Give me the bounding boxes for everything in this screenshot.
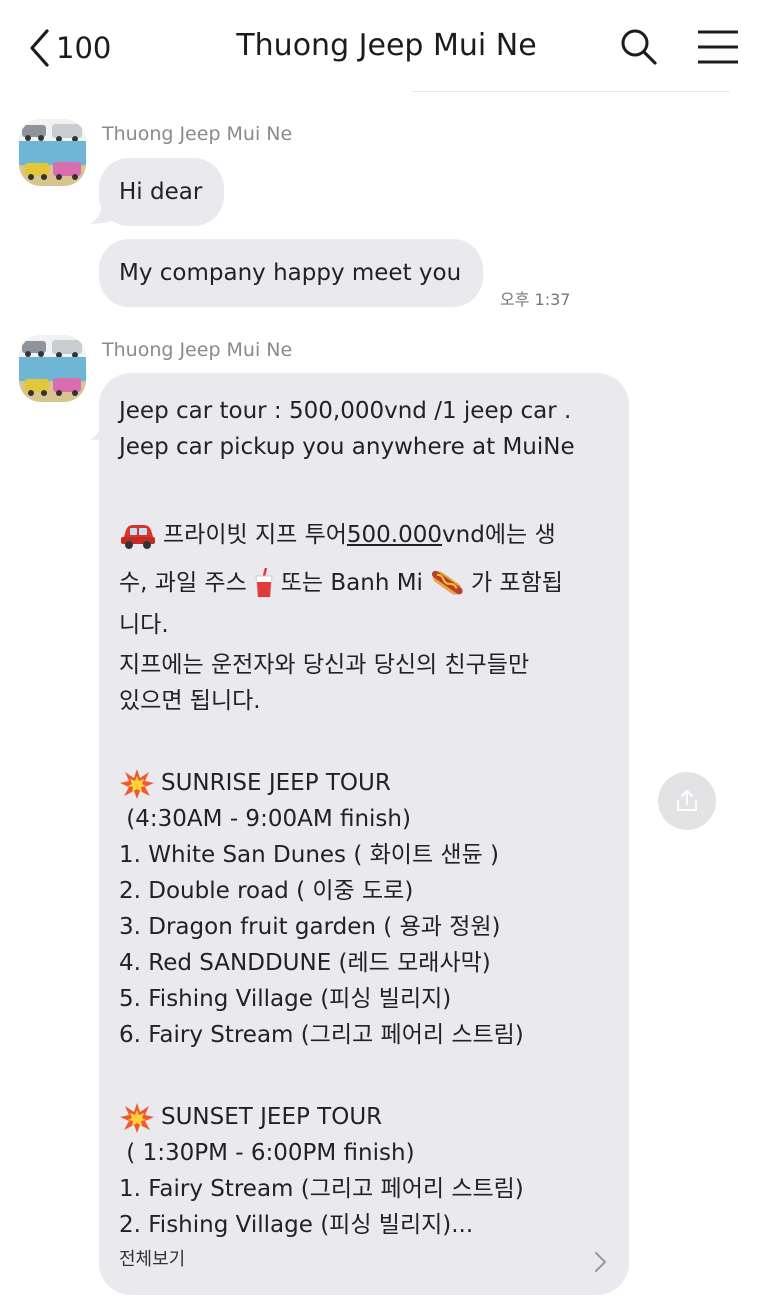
chevron-right-icon[interactable] — [593, 1251, 607, 1273]
list-item: 4. Red SANDDUNE (레드 모래사막) — [119, 950, 491, 976]
tour-title: SUNRISE JEEP TOUR — [161, 770, 391, 796]
message-text: 프라이빗 지프 투어 — [163, 522, 347, 548]
message-line: SUNSET JEEP TOUR — [119, 1099, 611, 1135]
search-button[interactable] — [618, 26, 660, 72]
header-divider — [412, 91, 730, 92]
search-icon — [621, 29, 657, 65]
list-item: 6. Fairy Stream (그리고 페어리 스트림) — [119, 1022, 524, 1048]
share-icon — [677, 790, 697, 811]
message-line: Jeep car pickup you anywhere at MuiNe — [119, 434, 575, 460]
car-emoji-icon — [121, 525, 155, 549]
message-line: 프라이빗 지프 투어 500.000 vnd에는 생 — [119, 511, 611, 559]
message-bubble[interactable]: My company happy meet you — [99, 239, 484, 307]
sender-name: Thuong Jeep Mui Ne — [102, 339, 293, 361]
price-link[interactable]: 500.000 — [347, 511, 442, 559]
list-item: 1. White San Dunes ( 화이트 샌듄 ) — [119, 842, 500, 868]
list-item: 1. Fairy Stream (그리고 페어리 스트림) — [119, 1176, 524, 1202]
message-text: My company happy meet you — [119, 260, 462, 286]
sender-avatar[interactable] — [19, 335, 86, 402]
message-text: vnd에는 생 — [442, 522, 556, 548]
message-line: 있으면 됩니다. — [119, 688, 261, 714]
collision-emoji-icon — [120, 1102, 154, 1133]
jeep-photo-avatar-icon — [19, 119, 86, 186]
jeep-photo-avatar-icon — [19, 335, 86, 402]
sender-avatar[interactable] — [19, 119, 86, 186]
menu-button[interactable] — [696, 28, 740, 70]
message-bubble[interactable]: Hi dear — [99, 158, 225, 226]
juice-emoji-icon — [255, 567, 273, 598]
list-item: 2. Double road ( 이중 도로) — [119, 878, 414, 904]
message-timestamp: 오후 1:37 — [500, 290, 571, 309]
long-message-bubble[interactable]: Jeep car tour : 500,000vnd /1 jeep car .… — [99, 373, 629, 1295]
message-text: 수, 과일 주스 — [119, 570, 247, 596]
collision-emoji-icon — [120, 768, 154, 799]
sender-name: Thuong Jeep Mui Ne — [102, 123, 293, 145]
list-item: 5. Fishing Village (피싱 빌리지) — [119, 986, 452, 1012]
view-all-link[interactable]: 전체보기 — [119, 1245, 185, 1271]
list-item: 2. Fishing Village (피싱 빌리지)... — [119, 1212, 474, 1238]
message-line: (4:30AM - 9:00AM finish) — [119, 806, 411, 832]
list-item: 3. Dragon fruit garden ( 용과 정원) — [119, 914, 501, 940]
message-line: Jeep car tour : 500,000vnd /1 jeep car . — [119, 398, 572, 424]
tour-title: SUNSET JEEP TOUR — [161, 1104, 383, 1130]
hotdog-emoji-icon — [431, 570, 463, 595]
chat-header: 100 Thuong Jeep Mui Ne — [0, 0, 773, 95]
message-line: 지프에는 운전자와 당신과 당신의 친구들만 — [119, 652, 530, 678]
message-line: 수, 과일 주스 또는 Banh Mi 가 포함됩 — [119, 559, 611, 607]
message-text: 가 포함됩 — [470, 570, 563, 596]
share-button[interactable] — [658, 772, 716, 830]
message-line: 니다. — [119, 612, 169, 638]
message-line: ( 1:30PM - 6:00PM finish) — [119, 1140, 415, 1166]
message-line: SUNRISE JEEP TOUR — [119, 765, 611, 801]
message-text: 또는 Banh Mi — [280, 570, 423, 596]
message-text: Hi dear — [119, 179, 203, 205]
message-body: Jeep car tour : 500,000vnd /1 jeep car .… — [119, 393, 611, 1243]
menu-icon — [698, 30, 738, 64]
